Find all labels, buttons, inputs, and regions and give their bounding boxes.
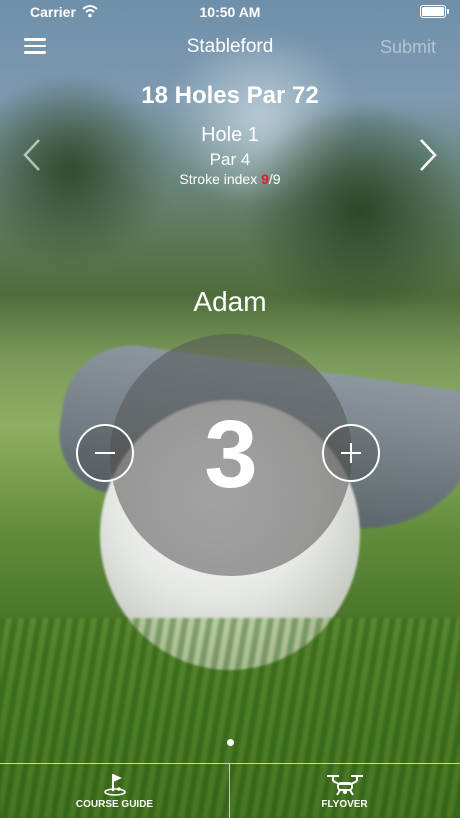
golf-flag-icon: [103, 774, 126, 796]
next-hole-icon[interactable]: [418, 138, 438, 172]
flyover-tab[interactable]: FLYOVER: [230, 764, 459, 818]
stroke-index: Stroke index 9/9: [0, 171, 460, 187]
status-bar: Carrier 10:50 AM: [0, 0, 460, 24]
score-value: 3: [204, 401, 258, 508]
stroke-index-label: Stroke index: [179, 171, 262, 187]
minus-icon: [95, 452, 115, 454]
hole-number: Hole 1: [201, 124, 259, 146]
plus-icon: [341, 443, 361, 463]
bottom-tab-bar: COURSE GUIDE FLYOVER: [0, 763, 460, 818]
flyover-label: FLYOVER: [321, 799, 368, 810]
clock: 10:50 AM: [199, 4, 261, 20]
submit-button[interactable]: Submit: [380, 37, 436, 58]
course-guide-tab[interactable]: COURSE GUIDE: [0, 764, 229, 818]
stroke-index-total: /9: [268, 171, 281, 187]
stroke-index-current: 9: [261, 171, 269, 187]
decrease-score-button[interactable]: [76, 424, 134, 482]
course-guide-label: COURSE GUIDE: [75, 799, 154, 810]
drone-icon: [326, 775, 363, 796]
battery-icon: [420, 5, 449, 18]
increase-score-button[interactable]: [322, 424, 380, 482]
player-name: Adam: [193, 286, 267, 317]
course-title: 18 Holes Par 72: [141, 82, 319, 109]
page-indicator-dot: [227, 739, 234, 746]
hole-par: Par 4: [209, 150, 251, 169]
nav-bar: Stableford Submit: [0, 30, 460, 64]
